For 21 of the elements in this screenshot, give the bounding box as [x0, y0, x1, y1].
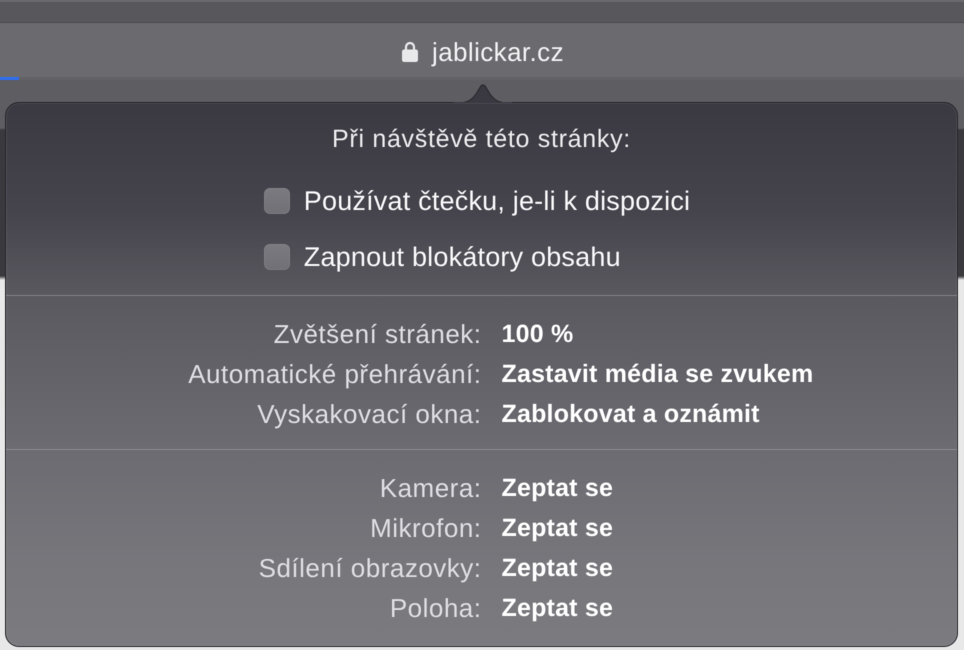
- setting-label: Zvětšení stránek:: [274, 318, 482, 350]
- setting-label: Poloha:: [390, 592, 482, 624]
- setting-value[interactable]: Zeptat se: [502, 512, 614, 544]
- setting-value[interactable]: Zastavit média se zvukem: [502, 358, 814, 390]
- url-text: jablickar.cz: [432, 36, 564, 68]
- popover-title: Při návštěvě této stránky:: [331, 124, 632, 154]
- setting-value[interactable]: Zeptat se: [502, 472, 614, 504]
- setting-label: Kamera:: [380, 472, 482, 504]
- checkbox-label[interactable]: Používat čtečku, je-li k dispozici: [304, 185, 690, 217]
- checkbox[interactable]: [264, 188, 290, 214]
- setting-value[interactable]: Zeptat se: [502, 552, 614, 584]
- setting-value[interactable]: 100 %: [502, 318, 574, 350]
- setting-label: Vyskakovací okna:: [257, 398, 482, 430]
- setting-label: Automatické přehrávání:: [188, 358, 482, 390]
- setting-label: Mikrofon:: [370, 512, 482, 544]
- address-bar[interactable]: jablickar.cz: [0, 22, 964, 80]
- setting-value[interactable]: Zablokovat a oznámit: [502, 398, 760, 430]
- checkbox[interactable]: [264, 244, 290, 270]
- setting-label: Sdílení obrazovky:: [258, 552, 482, 584]
- setting-value[interactable]: Zeptat se: [502, 592, 614, 624]
- checkbox-label[interactable]: Zapnout blokátory obsahu: [304, 241, 621, 273]
